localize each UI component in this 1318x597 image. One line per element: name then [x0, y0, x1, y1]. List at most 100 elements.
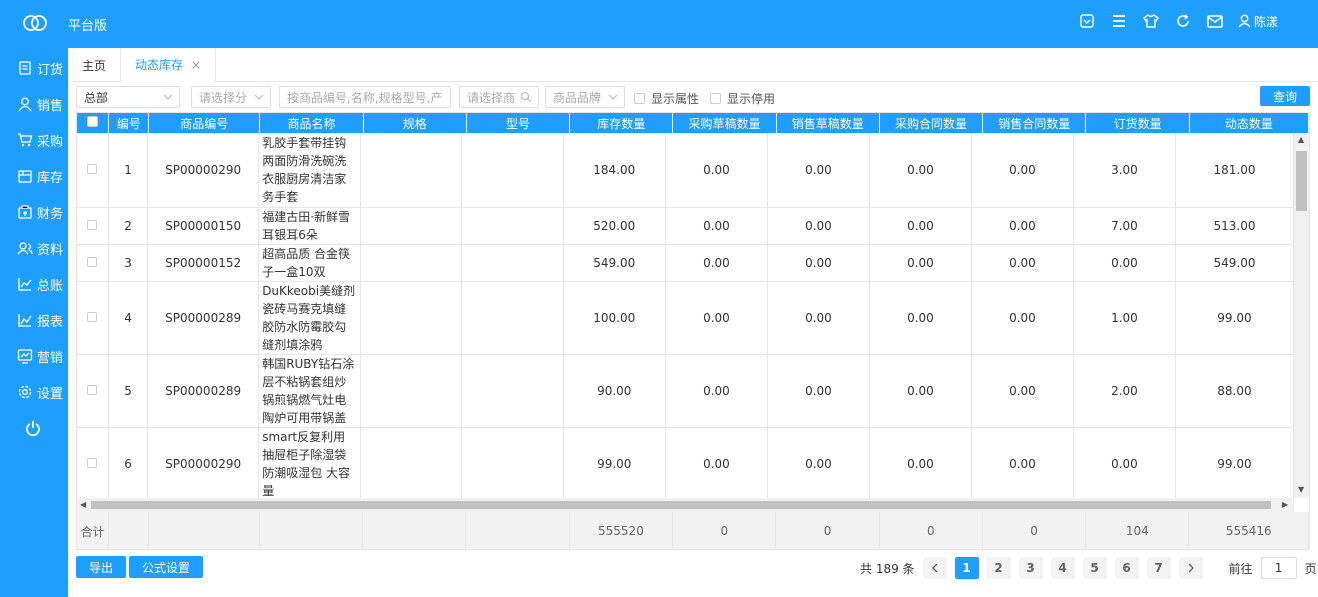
scroll-down-icon[interactable]: ▼ — [1298, 485, 1304, 494]
product-name: 乳胶手套带挂钩两面防滑洗碗洗衣服厨房清洁家务手套 — [258, 133, 361, 208]
app-title: 平台版 — [68, 19, 108, 34]
sidebar-item-purchase[interactable]: 采购 — [0, 122, 68, 158]
row-select-cell[interactable] — [77, 427, 109, 498]
mail-icon[interactable] — [1206, 12, 1224, 30]
brand-select[interactable]: 商品品牌 — [545, 86, 625, 108]
row-checkbox[interactable] — [87, 311, 98, 322]
table-row[interactable]: 3 SP00000152 超高品质 合金筷子一盒10双 549.00 0.00 0.00 0… — [77, 244, 1294, 282]
select-all-checkbox[interactable] — [87, 116, 99, 127]
row-select-cell[interactable] — [77, 244, 109, 282]
horizontal-scrollbar[interactable]: ◀ ▶ — [77, 498, 1294, 512]
column-header[interactable]: 型号 — [466, 113, 571, 133]
sidebar-item-settings[interactable]: 设置 — [0, 374, 68, 410]
column-header[interactable]: 销售合同数量 — [982, 113, 1087, 133]
row-select-cell[interactable] — [77, 133, 109, 208]
page-button[interactable]: 5 — [1082, 557, 1107, 579]
category-select[interactable]: 请选择商 — [459, 86, 539, 108]
column-header[interactable]: 库存数量 — [569, 113, 674, 133]
page-button[interactable]: 3 — [1018, 557, 1043, 579]
row-checkbox[interactable] — [87, 219, 98, 230]
tab-dynamic-inventory[interactable]: 动态库存 × — [121, 48, 217, 82]
sidebar-item-order[interactable]: 订货 — [0, 50, 68, 86]
goto-label: 前往 — [1228, 561, 1253, 576]
show-attr-checkbox[interactable]: 显示属性 — [634, 90, 699, 107]
sidebar-item-ledger[interactable]: 总账 — [0, 266, 68, 302]
sidebar-item-marketing[interactable]: 营销 — [0, 338, 68, 374]
page-button[interactable]: 2 — [986, 557, 1011, 579]
column-header[interactable]: 采购草稿数量 — [672, 113, 777, 133]
prev-page-button[interactable] — [922, 557, 947, 579]
menu-icon[interactable] — [1110, 12, 1128, 30]
row-select-cell[interactable] — [77, 354, 109, 428]
scope-select[interactable]: 总部 — [76, 86, 180, 108]
table-row[interactable]: 6 SP00000290 smart反复利用抽屉柜子除湿袋防潮吸湿包 大容量 99.0… — [77, 427, 1294, 498]
page-button[interactable]: 7 — [1146, 557, 1171, 579]
scroll-up-icon[interactable]: ▲ — [1298, 135, 1304, 144]
formula-settings-button[interactable]: 公式设置 — [129, 556, 203, 578]
goto-page-input[interactable]: 1 — [1260, 557, 1297, 579]
chevron-down-icon — [254, 94, 264, 100]
scroll-left-icon[interactable]: ◀ — [80, 500, 86, 509]
column-header[interactable]: 订货数量 — [1085, 113, 1190, 133]
query-button[interactable]: 查询 — [1260, 86, 1310, 106]
column-header[interactable]: 销售草稿数量 — [776, 113, 880, 133]
refresh-icon[interactable] — [1174, 12, 1192, 30]
sidebar-item-sales[interactable]: 销售 — [0, 86, 68, 122]
purchase-draft-qty: 0.00 — [665, 427, 768, 498]
purchase-contract-qty: 0.00 — [869, 133, 972, 208]
export-button[interactable]: 导出 — [76, 556, 126, 578]
sidebar-item-profile[interactable]: 资料 — [0, 230, 68, 266]
column-header[interactable]: 编号 — [108, 113, 150, 133]
header-select-all[interactable] — [77, 113, 110, 133]
vertical-scrollbar[interactable]: ▲ ▼ — [1294, 133, 1309, 498]
app-logo-icon[interactable] — [22, 12, 48, 34]
row-checkbox[interactable] — [87, 384, 98, 395]
row-checkbox[interactable] — [87, 457, 98, 468]
table-row[interactable]: 2 SP00000150 福建古田·新鲜雪耳银耳6朵 520.00 0.00 0.00 0.… — [77, 207, 1294, 245]
checkbox-box[interactable] — [634, 93, 645, 104]
checkbox-box[interactable] — [710, 93, 721, 104]
model — [461, 244, 564, 282]
table-row[interactable]: 1 SP00000290 乳胶手套带挂钩两面防滑洗碗洗衣服厨房清洁家务手套 184.0… — [77, 133, 1294, 208]
footer-cell — [362, 512, 467, 549]
order-icon — [19, 61, 31, 75]
warehouse-select[interactable]: 请选择分 — [191, 86, 271, 108]
sidebar-item-report[interactable]: 报表 — [0, 302, 68, 338]
row-checkbox[interactable] — [87, 256, 98, 267]
marketing-icon — [17, 349, 33, 364]
page-button[interactable]: 4 — [1050, 557, 1075, 579]
top-bar: 平台版 陈漾 — [0, 0, 1318, 48]
column-header[interactable]: 采购合同数量 — [879, 113, 984, 133]
row-checkbox[interactable] — [87, 163, 98, 174]
dropdown-box-icon[interactable] — [1078, 12, 1096, 30]
page-button[interactable]: 1 — [954, 557, 979, 579]
table-row[interactable]: 5 SP00000289 韩国RUBY钻石涂层不粘锅套组炒锅煎锅燃气灶电陶炉可用带锅… — [77, 354, 1294, 428]
finance-icon — [18, 205, 32, 219]
show-disabled-checkbox[interactable]: 显示停用 — [710, 90, 775, 107]
sidebar-item-label: 资料 — [37, 242, 64, 258]
sidebar-item-finance[interactable]: 财务 — [0, 194, 68, 230]
tab-home[interactable]: 主页 — [68, 48, 122, 82]
shirt-icon[interactable] — [1142, 12, 1160, 30]
scroll-thumb[interactable] — [1296, 151, 1307, 211]
sidebar-item-inventory[interactable]: 库存 — [0, 158, 68, 194]
scroll-thumb[interactable] — [91, 501, 1271, 509]
search-input[interactable]: 按商品编号,名称,规格型号,产 — [279, 86, 451, 108]
page-button[interactable]: 6 — [1114, 557, 1139, 579]
column-header[interactable]: 规格 — [363, 113, 467, 133]
table-row[interactable]: 4 SP00000289 DuKkeobi美缝剂瓷砖马赛克填缝胶防水防霉胶勾缝剂填涂… — [77, 281, 1294, 355]
product-code: SP00000290 — [147, 427, 260, 498]
order-qty: 3.00 — [1073, 133, 1176, 208]
scroll-right-icon[interactable]: ▶ — [1282, 500, 1288, 509]
column-header[interactable]: 商品名称 — [259, 113, 364, 133]
next-page-button[interactable] — [1178, 557, 1203, 579]
user-menu[interactable]: 陈漾 — [1238, 13, 1278, 30]
close-icon[interactable]: × — [191, 58, 201, 72]
sidebar-power[interactable] — [0, 410, 68, 446]
row-select-cell[interactable] — [77, 281, 109, 355]
column-header[interactable]: 动态数量 — [1189, 113, 1309, 133]
footer-cell — [259, 512, 364, 549]
row-select-cell[interactable] — [77, 207, 109, 245]
column-header[interactable]: 商品编号 — [148, 113, 261, 133]
total-count: 共 189 条 — [860, 561, 915, 576]
